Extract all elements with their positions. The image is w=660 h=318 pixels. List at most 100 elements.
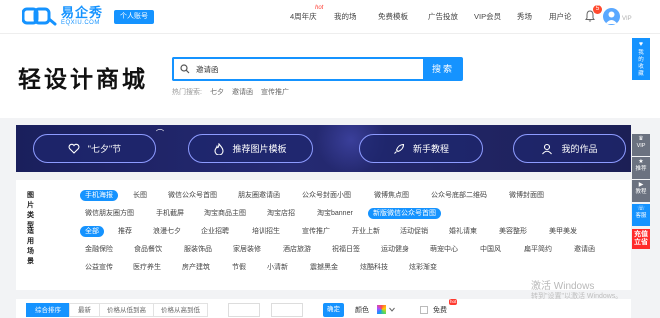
nav-label: 4周年庆: [290, 12, 317, 21]
filter-chip[interactable]: 美容整形: [494, 226, 532, 237]
filter-chip[interactable]: 手机截屏: [151, 208, 189, 219]
filter-chip[interactable]: 朋友圈邀请函: [233, 190, 285, 201]
nav-anniversary[interactable]: 4周年庆 hot: [278, 0, 323, 34]
filter-chip[interactable]: 家居装修: [228, 244, 266, 255]
filter-chip[interactable]: 公众号底部二维码: [426, 190, 492, 201]
filter-chip[interactable]: 公众号封面小图: [297, 190, 356, 201]
qixi-festival-button[interactable]: "七夕"节: [33, 134, 156, 163]
sort-tab-price-asc[interactable]: 价格从低到高: [99, 303, 154, 317]
filter-chip[interactable]: 活动促销: [395, 226, 433, 237]
filter-chip[interactable]: 炫彩渐变: [404, 262, 442, 273]
my-collection-button[interactable]: ♥ 我的收藏: [632, 38, 650, 80]
account-type-badge[interactable]: 个人账号: [114, 10, 154, 24]
filter-chip[interactable]: 房产建筑: [177, 262, 215, 273]
user-icon: [542, 143, 553, 154]
filter-chip[interactable]: 服装饰品: [179, 244, 217, 255]
filter-chip[interactable]: 淘宝商品主图: [199, 208, 251, 219]
vip-button[interactable]: ♛ VIP: [632, 134, 650, 156]
color-picker-icon[interactable]: [377, 305, 386, 314]
filter-chip[interactable]: 淘宝banner: [312, 208, 358, 219]
sort-tab-latest[interactable]: 最新: [69, 303, 100, 317]
sidebar-label: 充值立省: [634, 231, 648, 246]
nav-forum[interactable]: 用户论坛: [534, 0, 578, 55]
price-max-input[interactable]: [271, 303, 303, 317]
filter-chip[interactable]: 手机海报: [80, 190, 118, 201]
hot-keyword[interactable]: 宣传推广: [261, 87, 289, 97]
filter-chip[interactable]: 金融保险: [80, 244, 118, 255]
filter-chip[interactable]: 婚礼请柬: [444, 226, 482, 237]
price-min-input[interactable]: [228, 303, 260, 317]
filter-chip[interactable]: 中国风: [475, 244, 506, 255]
nav-showcase[interactable]: 秀场: [504, 0, 534, 34]
filter-chip[interactable]: 医疗养生: [128, 262, 166, 273]
filter-chip[interactable]: 小清新: [262, 262, 293, 273]
filter-chip[interactable]: 食品餐饮: [129, 244, 167, 255]
filter-chip[interactable]: 酒店旅游: [278, 244, 316, 255]
avatar[interactable]: [603, 8, 620, 25]
filter-chip[interactable]: 微博封面图: [504, 190, 549, 201]
filter-chip[interactable]: 运动健身: [376, 244, 414, 255]
filter-chip[interactable]: 炫酷科技: [355, 262, 393, 273]
filter-chip[interactable]: 微信朋友圈方图: [80, 208, 139, 219]
filter-panel: 图片类型 手机海报 长图 微信公众号首图 朋友圈邀请函 公众号封面小图 微博焦点…: [16, 180, 631, 290]
filter-chip[interactable]: 开业上新: [347, 226, 385, 237]
filter-chip[interactable]: 推荐: [113, 226, 137, 237]
button-label: 新手教程: [412, 144, 449, 154]
price-confirm-button[interactable]: 确定: [323, 303, 344, 317]
filter-chip[interactable]: 微信公众号首图: [163, 190, 222, 201]
filter-chip[interactable]: 长图: [128, 190, 152, 201]
tutorial-button[interactable]: ▶ 教程: [632, 180, 650, 202]
nav-label: 秀场: [517, 12, 532, 21]
my-works-button[interactable]: 我的作品: [513, 134, 626, 163]
hot-badge: hot: [449, 299, 458, 305]
sort-tab-default[interactable]: 综合排序: [26, 303, 70, 317]
scene-label: 适用场景: [27, 228, 34, 265]
filter-chip[interactable]: 萌宠中心: [425, 244, 463, 255]
free-checkbox[interactable]: [420, 306, 428, 314]
filter-chip[interactable]: 美甲美发: [544, 226, 582, 237]
filter-chip[interactable]: 全部: [80, 226, 104, 237]
flame-icon: [214, 142, 225, 155]
recommend-button[interactable]: ★ 推荐: [632, 157, 650, 179]
heart-icon: ♥: [638, 41, 644, 48]
search-input[interactable]: 邀请函: [172, 57, 424, 81]
eqxiu-logo[interactable]: 易企秀 EQXIU.COM: [22, 6, 103, 27]
search-icon: [180, 64, 190, 74]
crown-icon: ♛: [638, 136, 644, 142]
filter-chip[interactable]: 微博焦点图: [369, 190, 414, 201]
search-button[interactable]: 搜索: [423, 57, 463, 81]
sidebar-label: 教程: [635, 189, 647, 195]
nav-free-templates[interactable]: 免费模板: [362, 0, 410, 34]
filter-chip[interactable]: 震撼黑金: [305, 262, 343, 273]
logo-en-text: EQXIU.COM: [61, 20, 100, 26]
image-type-label: 图片类型: [27, 192, 34, 229]
nav-advertising[interactable]: 广告投放: [410, 0, 458, 34]
vip-status-tag: VIP: [622, 16, 632, 22]
user-avatar-icon: [605, 11, 618, 24]
filter-chip[interactable]: 扁平简约: [519, 244, 557, 255]
filter-chip[interactable]: 淘宝店招: [262, 208, 300, 219]
sort-tab-price-desc[interactable]: 价格从高到低: [153, 303, 208, 317]
customer-service-button[interactable]: ☏ 客服: [632, 204, 650, 226]
filter-chip[interactable]: 培训招生: [247, 226, 285, 237]
filter-chip[interactable]: 邀请函: [569, 244, 600, 255]
filter-chip[interactable]: 企业招聘: [196, 226, 234, 237]
notification-count-badge: 5: [593, 5, 602, 14]
logo-icon: [22, 7, 57, 26]
filter-chip[interactable]: 宣传推广: [297, 226, 335, 237]
filter-chip[interactable]: 祝福日签: [327, 244, 365, 255]
hot-keyword[interactable]: 七夕: [210, 87, 224, 97]
chevron-down-icon[interactable]: [389, 307, 395, 312]
logo-cn-text: 易企秀: [61, 5, 104, 20]
filter-chip[interactable]: 节假: [227, 262, 251, 273]
headset-icon: ☏: [637, 206, 645, 212]
nav-vip[interactable]: VIP会员: [458, 0, 504, 34]
filter-chip[interactable]: 浪漫七夕: [148, 226, 186, 237]
hot-keyword[interactable]: 邀请函: [232, 87, 253, 97]
filter-chip[interactable]: 新版微信公众号首图: [368, 208, 441, 219]
beginner-tutorial-button[interactable]: 新手教程: [359, 134, 483, 163]
recharge-button[interactable]: 充值立省: [632, 229, 650, 249]
recommended-templates-button[interactable]: 推荐图片模板: [188, 134, 313, 163]
nav-my-scenes[interactable]: 我的场景: [322, 0, 362, 55]
filter-chip[interactable]: 公益宣传: [80, 262, 118, 273]
